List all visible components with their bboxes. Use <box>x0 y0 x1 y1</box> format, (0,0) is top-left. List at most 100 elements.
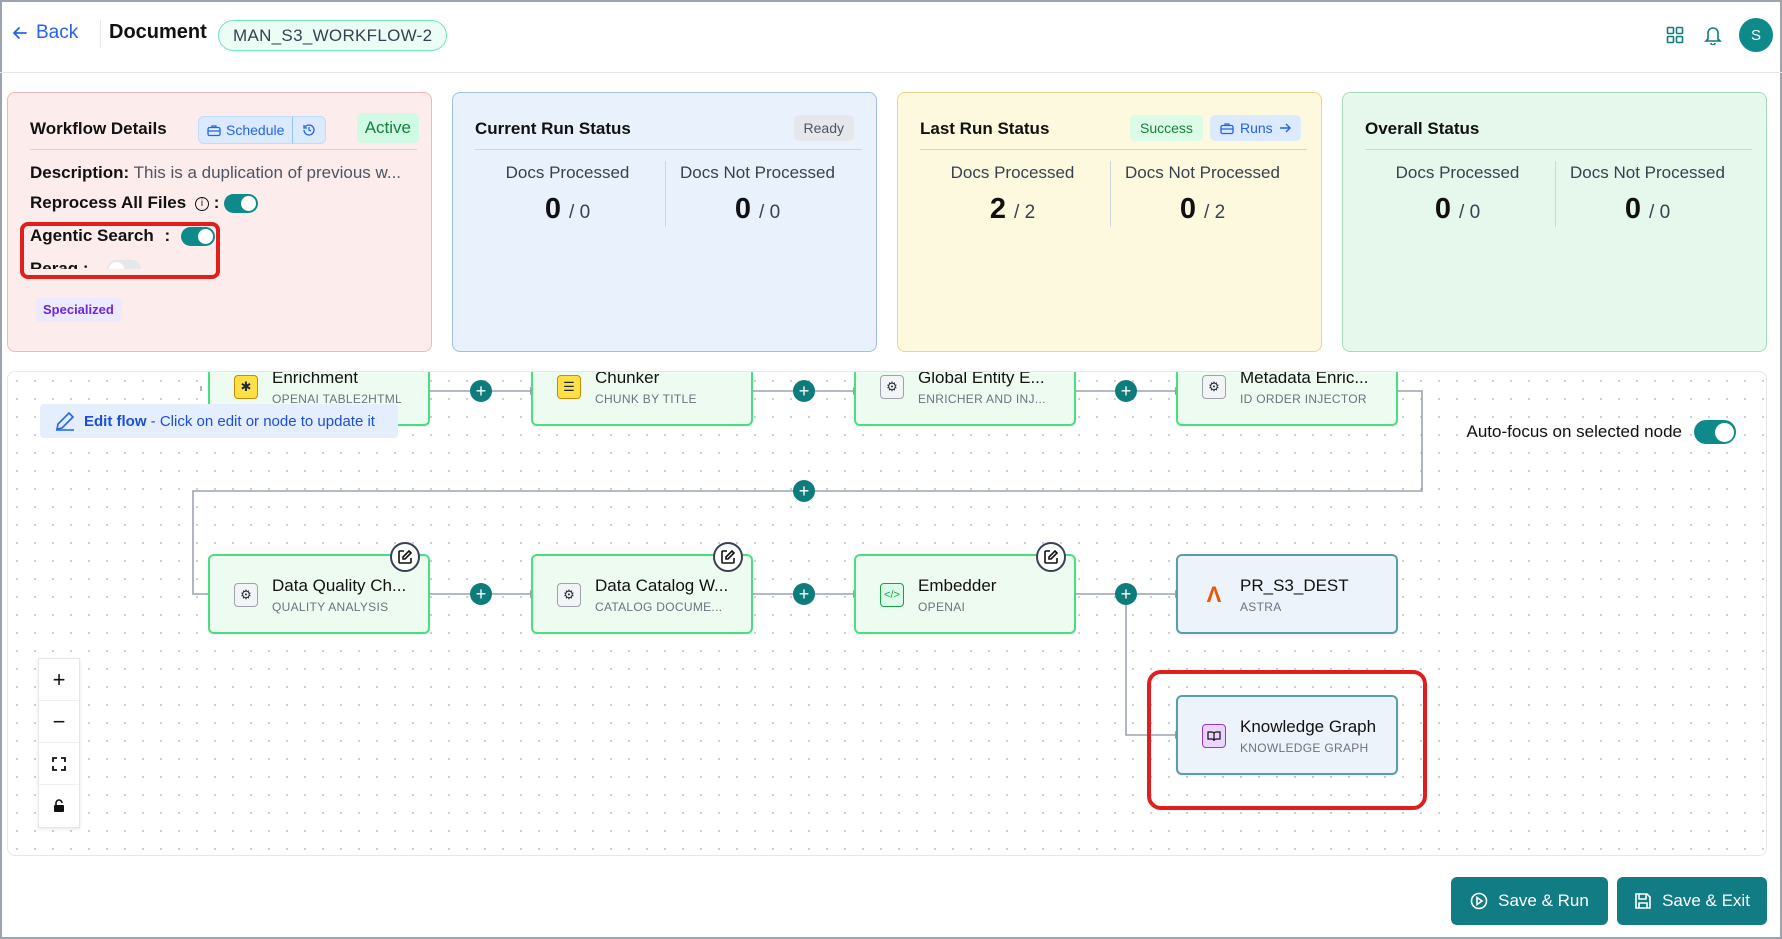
edit-flow-hint: - Click on edit or node to update it <box>146 412 375 430</box>
node-metadata-enricher[interactable]: ⚙ Metadata Enric... ID ORDER INJECTOR <box>1176 371 1398 426</box>
zoom-out-button[interactable]: − <box>39 701 79 743</box>
workflow-details-title: Workflow Details <box>30 119 167 138</box>
docs-processed-value: 0 <box>1434 193 1451 225</box>
docs-not-processed-total: / 0 <box>1649 202 1671 223</box>
node-chunker[interactable]: ☰ Chunker CHUNK BY TITLE <box>531 372 753 426</box>
workflow-details-card: Workflow Details Schedule Active Descrip… <box>7 92 432 352</box>
docs-processed-total: / 0 <box>1459 202 1481 223</box>
docs-processed-total: / 2 <box>1014 202 1036 223</box>
edit-node-button[interactable] <box>713 542 743 572</box>
zoom-controls: + − <box>38 658 80 828</box>
docs-processed-total: / 0 <box>569 202 591 223</box>
highlight-agentic-search <box>20 222 220 279</box>
list-icon: ☰ <box>557 375 581 399</box>
node-title: PR_S3_DEST <box>1240 576 1349 595</box>
node-subtitle: ID ORDER INJECTOR <box>1240 392 1367 406</box>
specialized-tag: Specialized <box>35 298 122 322</box>
code-icon: </> <box>880 583 904 607</box>
docs-processed-value: 2 <box>989 193 1006 225</box>
docs-processed-value: 0 <box>544 193 561 225</box>
edit-icon <box>1044 549 1059 564</box>
add-node-button[interactable]: + <box>1115 380 1137 402</box>
arrow-left-icon <box>12 27 27 39</box>
docs-processed-stat: Docs Processed 0 / 0 <box>475 163 660 226</box>
save-exit-button[interactable]: Save & Exit <box>1617 877 1767 925</box>
back-button[interactable]: Back <box>12 22 78 44</box>
runs-button[interactable]: Runs <box>1210 115 1301 141</box>
workflow-canvas[interactable]: ✱ Enrichment OPENAI TABLE2HTML ☰ Chunker… <box>7 371 1767 856</box>
arrow-right-icon <box>1279 123 1291 133</box>
avatar[interactable]: S <box>1739 18 1773 52</box>
node-embedder[interactable]: </> Embedder OPENAI <box>854 542 1076 634</box>
card-separator <box>920 149 1307 150</box>
node-subtitle: QUALITY ANALYSIS <box>272 600 389 614</box>
node-global-entity[interactable]: ⚙ Global Entity E... ENRICHER AND INJ... <box>854 372 1076 426</box>
play-circle-icon <box>1470 892 1488 910</box>
docs-not-processed-total: / 2 <box>1204 202 1226 223</box>
overall-status-card: Overall Status Docs Processed 0 / 0 Docs… <box>1342 92 1767 352</box>
highlight-knowledge-graph <box>1147 670 1427 810</box>
save-exit-label: Save & Exit <box>1662 891 1750 910</box>
overall-title: Overall Status <box>1365 119 1480 138</box>
description-label: Description: <box>30 163 130 182</box>
grid-apps-icon[interactable] <box>1662 22 1688 48</box>
card-separator <box>30 149 417 150</box>
star-icon: ✱ <box>234 375 258 399</box>
docs-processed-label: Docs Processed <box>950 163 1075 182</box>
docs-not-processed-stat: Docs Not Processed 0 / 0 <box>1555 163 1740 226</box>
node-data-catalog[interactable]: ⚙ Data Catalog W... CATALOG DOCUME... <box>531 542 753 634</box>
node-title: Metadata Enric... <box>1240 371 1369 387</box>
docs-not-processed-label: Docs Not Processed <box>1125 163 1280 182</box>
header-divider <box>100 20 101 48</box>
history-button[interactable] <box>293 117 325 143</box>
docs-not-processed-value: 0 <box>1179 193 1196 225</box>
docs-not-processed-label: Docs Not Processed <box>1570 163 1725 182</box>
lock-button[interactable] <box>39 785 79 827</box>
node-subtitle: OPENAI <box>918 600 966 614</box>
description-value: This is a duplication of previous w... <box>133 163 400 182</box>
save-run-label: Save & Run <box>1498 891 1589 910</box>
docs-not-processed-total: / 0 <box>759 202 781 223</box>
edit-icon <box>398 549 413 564</box>
pencil-icon <box>55 411 75 431</box>
schedule-button[interactable]: Schedule <box>199 117 294 143</box>
puzzle-icon: ⚙ <box>880 375 904 399</box>
edit-flow-label: Edit flow <box>84 412 147 430</box>
fit-view-button[interactable] <box>39 743 79 785</box>
autofocus-toggle[interactable] <box>1694 420 1736 444</box>
add-node-button[interactable]: + <box>793 380 815 402</box>
add-node-button[interactable]: + <box>793 480 815 502</box>
edit-flow-banner: Edit flow - Click on edit or node to upd… <box>40 404 398 438</box>
docs-processed-label: Docs Processed <box>1395 163 1520 182</box>
node-title: Data Catalog W... <box>595 576 729 595</box>
node-destination[interactable]: Λ PR_S3_DEST ASTRA <box>1176 554 1398 634</box>
description-row: Description: This is a duplication of pr… <box>30 163 400 183</box>
edit-node-button[interactable] <box>390 542 420 572</box>
status-badge: Active <box>356 113 419 143</box>
docs-not-processed-value: 0 <box>1624 193 1641 225</box>
docs-not-processed-stat: Docs Not Processed 0 / 2 <box>1110 163 1295 226</box>
add-node-button[interactable]: + <box>470 583 492 605</box>
current-run-title: Current Run Status <box>475 119 631 138</box>
reprocess-toggle[interactable] <box>224 194 259 214</box>
add-node-button[interactable]: + <box>793 583 815 605</box>
last-run-title: Last Run Status <box>920 119 1050 138</box>
node-subtitle: ENRICHER AND INJ... <box>918 392 1046 406</box>
add-node-button[interactable]: + <box>1115 583 1137 605</box>
info-icon: i <box>194 196 209 211</box>
zoom-in-button[interactable]: + <box>39 659 79 701</box>
reprocess-label: Reprocess All Files <box>30 193 187 212</box>
save-run-button[interactable]: Save & Run <box>1451 877 1608 925</box>
docs-processed-stat: Docs Processed 0 / 0 <box>1365 163 1550 226</box>
puzzle-icon: ⚙ <box>557 583 581 607</box>
add-node-button[interactable]: + <box>470 380 492 402</box>
docs-processed-label: Docs Processed <box>505 163 630 182</box>
schedule-group: Schedule <box>198 116 327 144</box>
node-title: Enrichment <box>272 371 358 387</box>
autofocus-control: Auto-focus on selected node <box>1467 420 1736 444</box>
card-separator <box>475 149 862 150</box>
reprocess-row: Reprocess All Files i : <box>30 193 259 214</box>
bell-icon[interactable] <box>1700 22 1726 48</box>
node-data-quality[interactable]: ⚙ Data Quality Ch... QUALITY ANALYSIS <box>208 542 430 634</box>
edit-node-button[interactable] <box>1036 542 1066 572</box>
